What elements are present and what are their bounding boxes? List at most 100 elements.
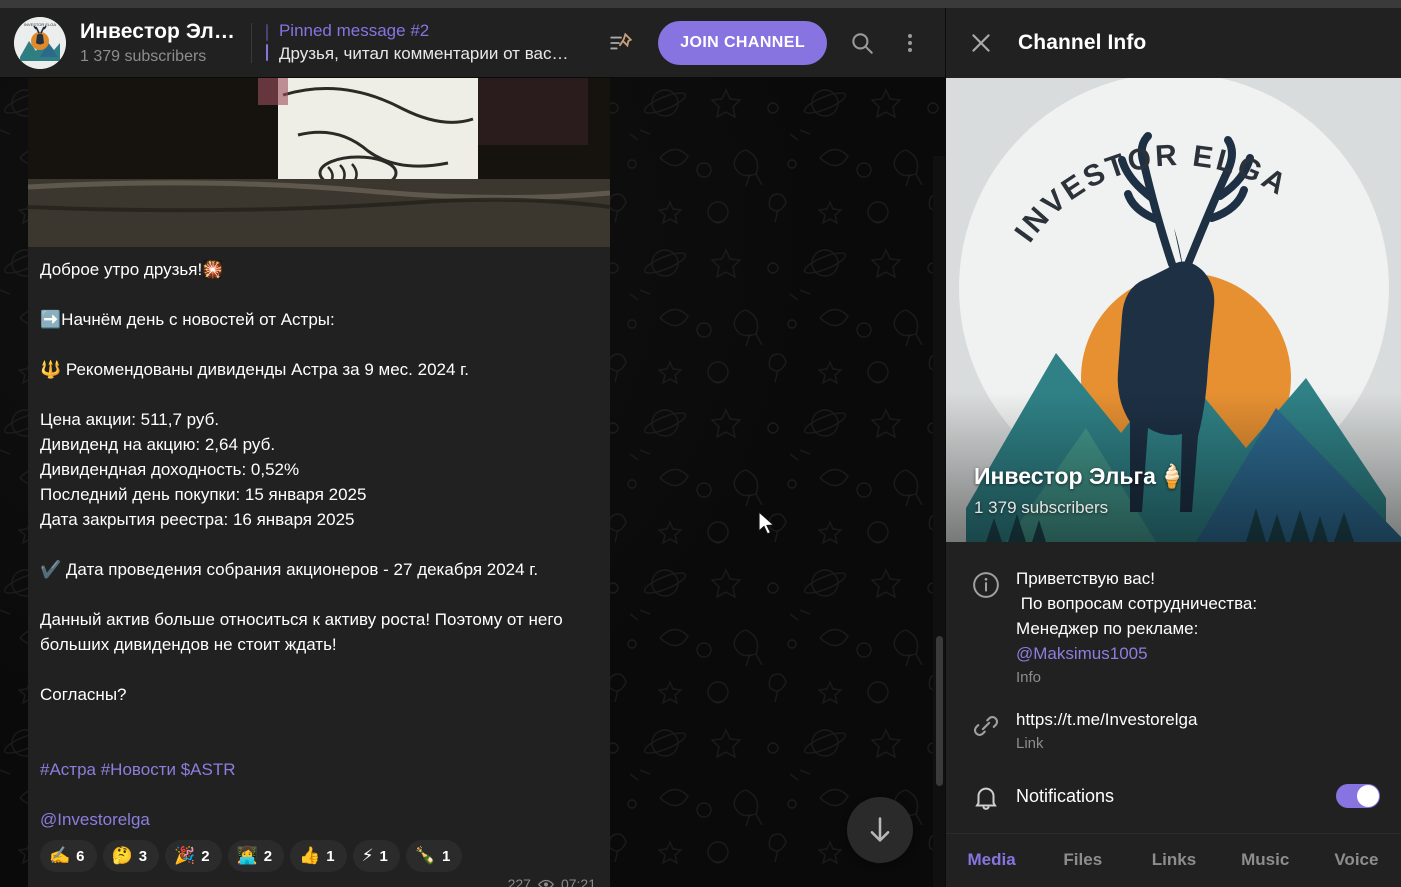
party-popper-icon: 🎉: [174, 845, 196, 866]
media-tabs: Media Files Links Music Voice: [946, 833, 1401, 885]
reaction-party-popper[interactable]: 🎉 2: [165, 840, 222, 872]
tab-media[interactable]: Media: [946, 834, 1037, 886]
chat-column: INVESTOR ELGA Инвестор Эл… 1 379 subscri…: [0, 0, 945, 887]
close-info-panel-button[interactable]: [958, 20, 1004, 66]
channel-name: Инвестор Эл…: [80, 19, 235, 43]
hero-channel-name-text: Инвестор Эльга: [974, 463, 1156, 489]
more-options-button[interactable]: [887, 20, 933, 66]
thinking-face-icon: 🤔: [111, 845, 133, 866]
reaction-thumbs-up[interactable]: 👍 1: [290, 840, 347, 872]
description-line-1: Приветствую вас!: [1016, 569, 1155, 588]
reaction-champagne[interactable]: 🍾 1: [405, 840, 463, 872]
chat-scrollbar-thumb[interactable]: [936, 636, 943, 786]
info-panel-header: Channel Info: [946, 8, 1401, 78]
chat-message-list[interactable]: Доброе утро друзья!🎇 ➡️Начнём день с нов…: [0, 78, 945, 887]
pinned-indicator-bars: [265, 24, 268, 61]
message-reactions: ✍️ 6 🤔 3 🎉 2 👩‍💻 2: [28, 834, 610, 874]
reaction-writing-hand[interactable]: ✍️ 6: [40, 840, 97, 872]
close-icon: [972, 34, 990, 52]
telegram-web-app: INVESTOR ELGA Инвестор Эл… 1 379 subscri…: [0, 0, 1401, 887]
reaction-count: 6: [76, 847, 85, 865]
hero-channel-name: Инвестор Эльга 🍦: [974, 463, 1187, 490]
header-actions: JOIN CHANNEL: [598, 20, 933, 66]
reaction-count: 1: [379, 847, 388, 865]
browser-chrome-strip: [0, 0, 1401, 8]
eye-icon: [537, 879, 554, 887]
info-link-content: https://t.me/Investorelga Link: [1008, 707, 1382, 755]
more-vertical-icon: [908, 33, 912, 52]
info-panel-scroll[interactable]: INVESTOR ELGA Инвестор Эльга 🍦 1 379 sub…: [946, 78, 1401, 887]
channel-link-value[interactable]: https://t.me/Investorelga: [1016, 707, 1382, 732]
info-row-description[interactable]: Приветствую вас! По вопросам сотрудничес…: [946, 558, 1401, 699]
reaction-count: 2: [263, 847, 273, 865]
reaction-count: 3: [138, 847, 148, 865]
svg-text:INVESTOR ELGA: INVESTOR ELGA: [24, 22, 56, 27]
channel-subscribers: 1 379 subscribers: [80, 47, 207, 65]
chat-scrollbar[interactable]: [933, 156, 945, 887]
channel-hero-image[interactable]: INVESTOR ELGA Инвестор Эльга 🍦 1 379 sub…: [946, 78, 1401, 542]
message-mention[interactable]: @Investorelga: [40, 810, 150, 829]
tab-files[interactable]: Files: [1037, 834, 1128, 886]
reaction-thinking-face[interactable]: 🤔 3: [102, 840, 160, 872]
message-bubble[interactable]: Доброе утро друзья!🎇 ➡️Начнём день с нов…: [28, 78, 610, 887]
link-caption: Link: [1016, 735, 1044, 752]
toggle-knob: [1357, 785, 1379, 807]
pinned-message-banner[interactable]: Pinned message #2 Друзья, читал коммента…: [265, 20, 598, 65]
message-body: Доброе утро друзья!🎇 ➡️Начнём день с нов…: [40, 260, 563, 704]
info-circle-icon: [973, 572, 999, 598]
pinned-messages-icon: [610, 32, 633, 49]
message-meta: 227 07:21: [28, 874, 610, 887]
pinned-text-wrap: Pinned message #2 Друзья, читал коммента…: [279, 20, 569, 65]
channel-titles[interactable]: Инвестор Эл… 1 379 subscribers: [80, 19, 235, 67]
description-line-2: По вопросам сотрудничества:: [1016, 594, 1258, 613]
arrow-down-icon: [870, 817, 890, 842]
search-button[interactable]: [839, 20, 885, 66]
channel-avatar[interactable]: INVESTOR ELGA: [14, 16, 66, 69]
reaction-count: 2: [201, 847, 210, 865]
view-count: 227: [507, 876, 531, 887]
link-icon-wrap: [964, 707, 1008, 741]
tab-music[interactable]: Music: [1220, 834, 1311, 886]
description-mention-link[interactable]: @Maksimus1005: [1016, 644, 1148, 663]
reaction-woman-technologist[interactable]: 👩‍💻 2: [227, 840, 285, 872]
scroll-to-bottom-button[interactable]: [847, 797, 913, 863]
message-time: 07:21: [560, 876, 596, 887]
champagne-icon: 🍾: [414, 845, 437, 866]
woman-technologist-icon: 👩‍💻: [236, 845, 258, 866]
message-text: Доброе утро друзья!🎇 ➡️Начнём день с нов…: [28, 247, 610, 834]
link-icon: [973, 716, 999, 736]
info-description-content: Приветствую вас! По вопросам сотрудничес…: [1008, 566, 1382, 689]
reaction-lightning[interactable]: ⚡ 1: [352, 840, 400, 872]
search-icon: [852, 32, 873, 54]
join-channel-button[interactable]: JOIN CHANNEL: [658, 20, 827, 65]
notifications-label: Notifications: [1016, 785, 1115, 806]
thumbs-up-icon: 👍: [299, 845, 321, 866]
reaction-count: 1: [442, 847, 451, 865]
info-row-link[interactable]: https://t.me/Investorelga Link: [946, 699, 1401, 765]
channel-info-panel: Channel Info INVESTOR ELGA Инвестор Эльг…: [945, 0, 1401, 887]
tab-voice[interactable]: Voice: [1311, 834, 1401, 886]
bell-icon: [975, 787, 997, 810]
message-hashtags[interactable]: #Астра #Новости $ASTR: [40, 760, 236, 779]
chat-header: INVESTOR ELGA Инвестор Эл… 1 379 subscri…: [0, 8, 945, 78]
investor-elga-logo-icon: INVESTOR ELGA: [14, 16, 66, 69]
bell-icon-wrap: [964, 779, 1008, 813]
ice-cream-icon: 🍦: [1157, 464, 1187, 490]
notifications-toggle[interactable]: [1336, 784, 1380, 808]
info-circle-icon-wrap: [964, 566, 1008, 600]
pinned-messages-button[interactable]: [598, 20, 644, 66]
pinned-message-title: Pinned message #2: [278, 21, 430, 40]
tab-links[interactable]: Links: [1128, 834, 1219, 886]
header-divider: [250, 22, 252, 63]
pinned-message-preview: Друзья, читал комментарии от вас…: [278, 44, 569, 63]
notifications-row[interactable]: Notifications: [946, 765, 1401, 827]
info-panel-title: Channel Info: [1018, 31, 1147, 54]
cartoon-gif-icon: [28, 78, 610, 247]
hero-subscribers: 1 379 subscribers: [974, 498, 1109, 517]
info-rows: Приветствую вас! По вопросам сотрудничес…: [946, 542, 1401, 885]
lightning-icon: ⚡: [361, 845, 374, 866]
message-media[interactable]: [28, 78, 610, 247]
writing-hand-icon: ✍️: [49, 845, 71, 866]
description-line-3: Менеджер по рекламе:: [1016, 619, 1199, 638]
description-caption: Info: [1016, 669, 1042, 686]
